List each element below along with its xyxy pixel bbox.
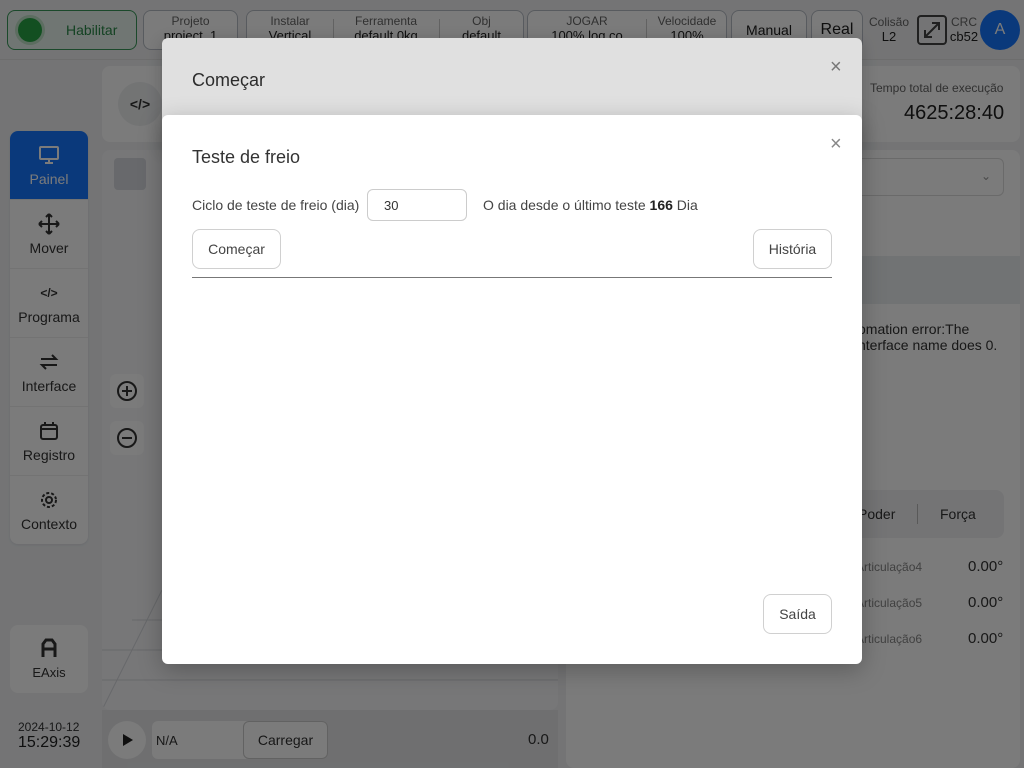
start-test-button[interactable]: Começar [192,229,281,269]
brake-test-dialog: Teste de freio × Ciclo de teste de freio… [162,115,862,664]
days-since-count: 166 [649,197,673,213]
days-since-text: O dia desde o último teste 166 Dia [483,197,698,213]
dialog-title: Teste de freio [192,147,301,167]
days-since-unit: Dia [676,197,698,213]
cycle-input[interactable] [367,189,467,221]
history-button[interactable]: História [753,229,832,269]
exit-button[interactable]: Saída [763,594,832,634]
history-label: História [768,241,817,257]
exit-label: Saída [779,606,816,622]
start-label: Começar [208,241,265,257]
days-since-prefix: O dia desde o último teste [483,197,646,213]
divider [192,277,832,278]
cycle-label: Ciclo de teste de freio (dia) [192,197,360,213]
close-icon[interactable]: × [830,134,842,154]
